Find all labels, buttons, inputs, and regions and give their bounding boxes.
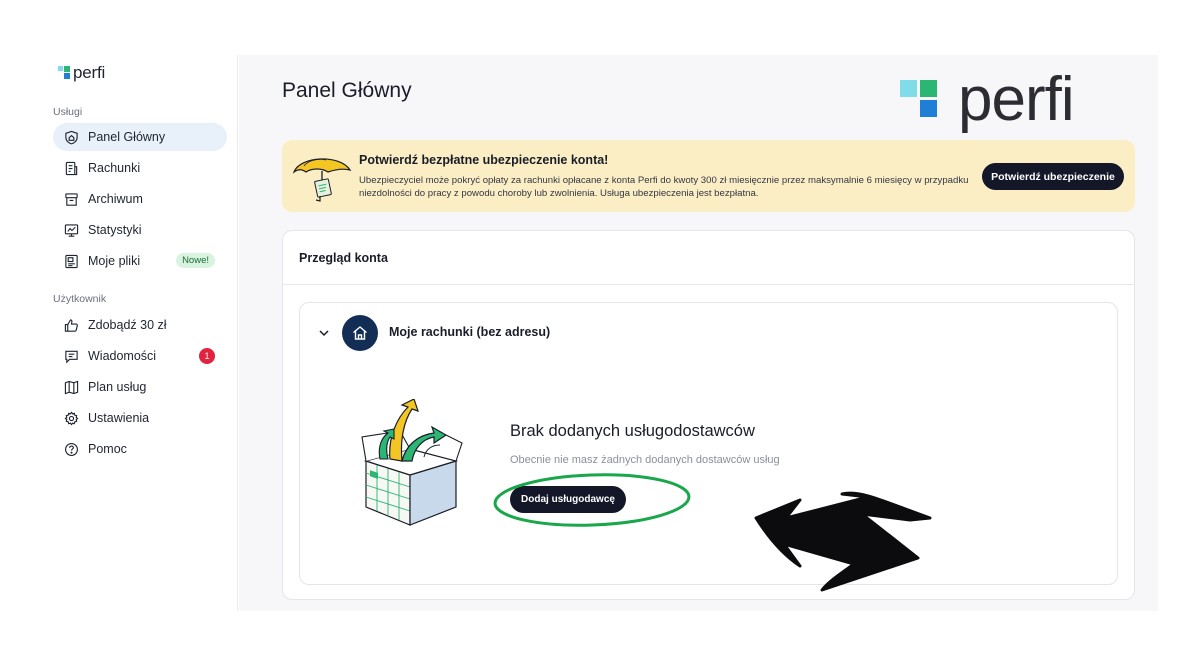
- brand-name: perfi: [73, 63, 106, 82]
- house-icon: [342, 315, 378, 351]
- sidebar-item-label: Zdobądź 30 zł: [88, 318, 167, 332]
- main-content: Panel Główny perfi Potwierdź bezpłatne u…: [239, 55, 1158, 611]
- account-overview-card: Przegląd konta Moje rachunki (bez adresu…: [282, 230, 1135, 600]
- add-provider-button[interactable]: Dodaj usługodawcę: [510, 486, 626, 513]
- new-badge: Nowe!: [176, 253, 215, 268]
- archive-box-icon: [64, 192, 79, 207]
- sidebar-item-rachunki[interactable]: Rachunki: [53, 154, 227, 182]
- thumbs-up-icon: [64, 318, 79, 333]
- sidebar-item-zdobadz[interactable]: Zdobądź 30 zł: [53, 311, 227, 339]
- receipt-icon: [64, 161, 79, 176]
- sidebar-item-label: Plan usług: [88, 380, 147, 394]
- sidebar-item-plan-uslug[interactable]: Plan usług: [53, 373, 227, 401]
- umbrella-illustration-icon: [292, 158, 352, 202]
- sidebar-item-label: Wiadomości: [88, 349, 157, 363]
- stats-monitor-icon: [64, 223, 79, 238]
- sidebar-item-label: Pomoc: [88, 442, 127, 456]
- perfi-logo[interactable]: perfi: [58, 63, 105, 83]
- files-icon: [64, 254, 79, 269]
- sidebar: perfi Usługi Panel Główny Rachunki Archi…: [40, 55, 238, 611]
- insurance-alert: Potwierdź bezpłatne ubezpieczenie konta!…: [282, 140, 1135, 212]
- divider: [283, 284, 1134, 285]
- sidebar-item-pomoc[interactable]: Pomoc: [53, 435, 227, 463]
- unread-count-badge: 1: [199, 348, 215, 364]
- overview-title: Przegląd konta: [299, 251, 388, 265]
- sidebar-item-ustawienia[interactable]: Ustawienia: [53, 404, 227, 432]
- alert-body: Ubezpieczyciel może pokryć opłaty za rac…: [359, 175, 969, 199]
- empty-box-illustration-icon: [361, 399, 463, 526]
- perfi-logo-mark-icon: [900, 80, 940, 120]
- sidebar-item-wiadomosci[interactable]: Wiadomości 1: [53, 342, 227, 370]
- sidebar-item-statystyki[interactable]: Statystyki: [53, 216, 227, 244]
- help-circle-icon: [64, 442, 79, 457]
- sidebar-item-moje-pliki[interactable]: Moje pliki Nowe!: [53, 247, 227, 275]
- perfi-large-logo: perfi: [900, 65, 1075, 135]
- confirm-insurance-button[interactable]: Potwierdź ubezpieczenie: [982, 163, 1124, 190]
- page-title: Panel Główny: [282, 79, 412, 102]
- bills-section-title: Moje rachunki (bez adresu): [389, 325, 551, 339]
- section-label-services: Usługi: [53, 106, 83, 118]
- sidebar-item-label: Archiwum: [88, 192, 143, 206]
- alert-title: Potwierdź bezpłatne ubezpieczenie konta!: [359, 153, 609, 167]
- sidebar-item-label: Rachunki: [88, 161, 141, 175]
- brand-name-large: perfi: [958, 65, 1075, 134]
- app-frame: perfi Usługi Panel Główny Rachunki Archi…: [40, 55, 1158, 611]
- section-label-user: Użytkownik: [53, 293, 107, 305]
- gear-icon: [64, 411, 79, 426]
- empty-state-subtitle: Obecnie nie masz żadnych dodanych dostaw…: [510, 454, 780, 466]
- sidebar-item-label: Statystyki: [88, 223, 142, 237]
- perfi-logo-mark-icon: [58, 66, 70, 80]
- sidebar-item-label: Moje pliki: [88, 254, 141, 268]
- sidebar-item-label: Panel Główny: [88, 130, 166, 144]
- message-icon: [64, 349, 79, 364]
- sidebar-item-panel-glowny[interactable]: Panel Główny: [53, 123, 227, 151]
- shield-home-icon: [64, 130, 79, 145]
- bills-card: Moje rachunki (bez adresu) Brak dodanych: [299, 302, 1118, 585]
- sidebar-item-archiwum[interactable]: Archiwum: [53, 185, 227, 213]
- sidebar-item-label: Ustawienia: [88, 411, 150, 425]
- map-plan-icon: [64, 380, 79, 395]
- empty-state-title: Brak dodanych usługodostawców: [510, 422, 755, 440]
- chevron-down-icon[interactable]: [318, 327, 330, 339]
